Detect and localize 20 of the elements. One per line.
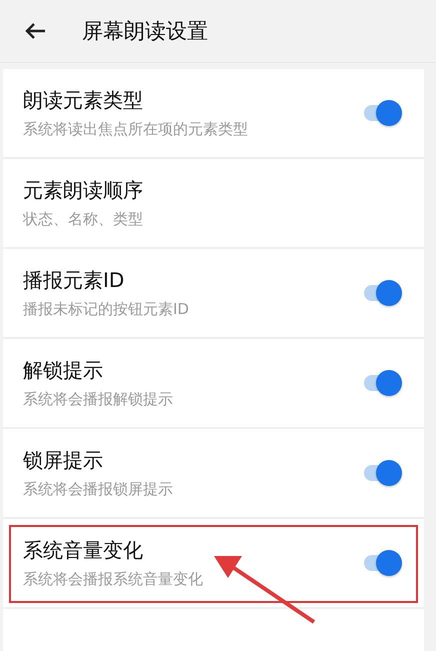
setting-description: 状态、名称、类型 (23, 210, 144, 229)
setting-title: 锁屏提示 (23, 447, 104, 474)
page-title: 屏幕朗读设置 (82, 18, 208, 45)
back-icon[interactable] (24, 22, 46, 40)
setting-title: 解锁提示 (23, 357, 104, 384)
setting-row[interactable]: 元素朗读顺序 状态、名称、类型 (3, 159, 424, 249)
setting-description: 系统将会播报解锁提示 (23, 390, 174, 409)
setting-description: 系统将会播报系统音量变化 (23, 570, 204, 589)
setting-title: 系统音量变化 (23, 537, 144, 564)
setting-title: 朗读元素类型 (23, 87, 144, 114)
setting-title: 元素朗读顺序 (23, 177, 144, 204)
setting-title: 播报元素ID (23, 267, 126, 294)
setting-description: 系统将读出焦点所在项的元素类型 (23, 120, 249, 139)
setting-row[interactable]: 解锁提示 系统将会播报解锁提示 (3, 339, 424, 429)
setting-row[interactable]: 锁屏提示 系统将会播报锁屏提示 (3, 429, 424, 519)
highlighted-setting-row[interactable]: 系统音量变化 系统将会播报系统音量变化 (3, 519, 424, 609)
setting-description: 系统将会播报锁屏提示 (23, 480, 174, 499)
setting-description: 播报未标记的按钮元素ID (23, 300, 190, 319)
setting-row[interactable]: 朗读元素类型 系统将读出焦点所在项的元素类型 (3, 69, 424, 159)
setting-row[interactable]: 播报元素ID 播报未标记的按钮元素ID (3, 249, 424, 339)
